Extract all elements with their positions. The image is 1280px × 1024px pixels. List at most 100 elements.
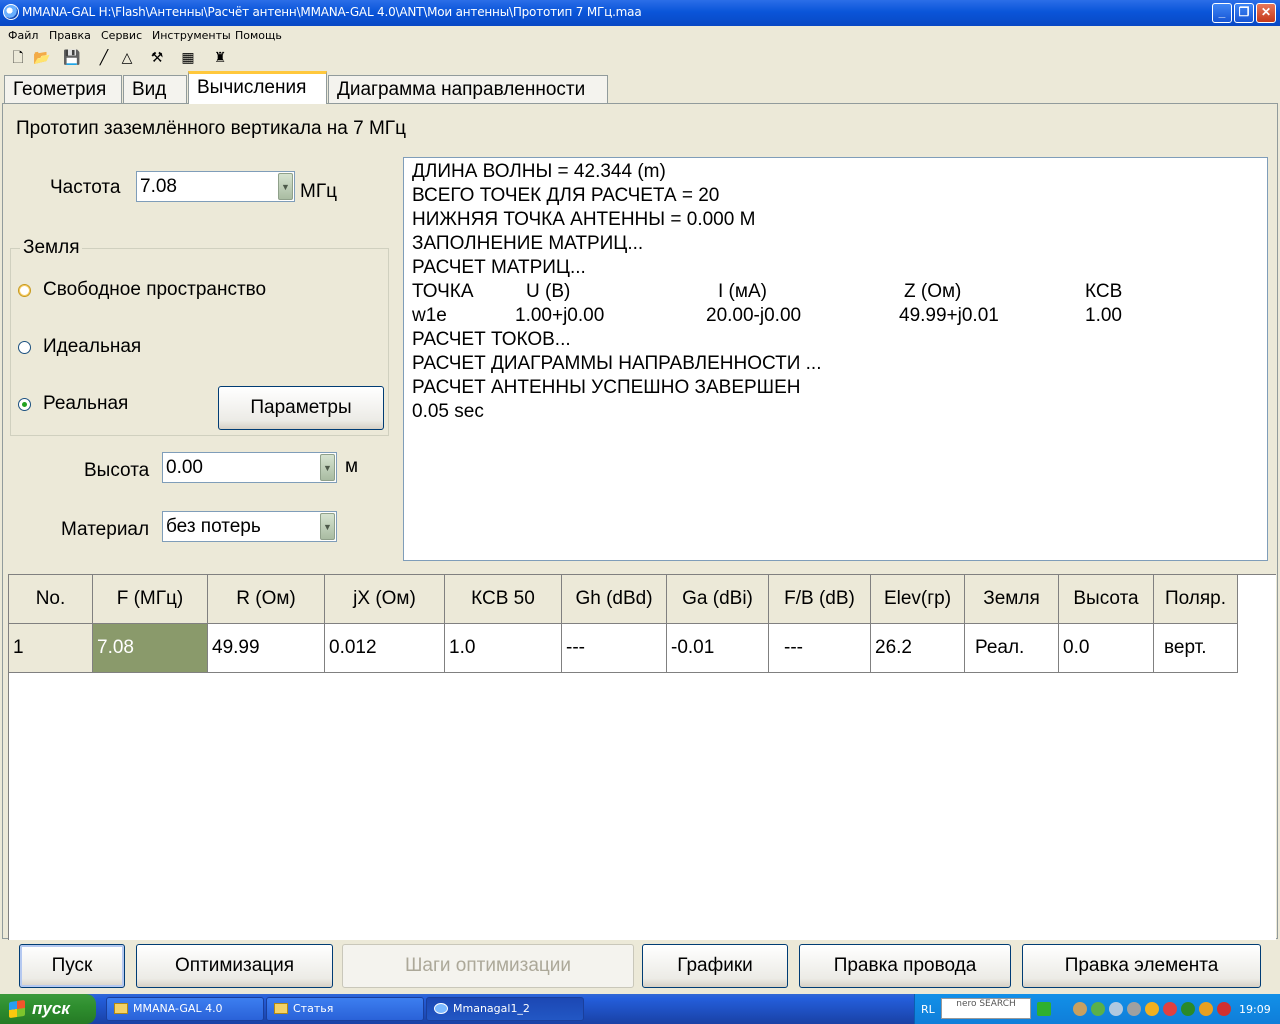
network-icon[interactable] [1091, 1002, 1105, 1016]
col-header-r[interactable]: R (Ом) [208, 575, 325, 624]
col-header-swr[interactable]: КСВ 50 [445, 575, 562, 624]
menu-service[interactable]: Сервис [101, 29, 142, 42]
optimize-button[interactable]: Оптимизация [136, 944, 333, 988]
col-header-jx[interactable]: jX (Ом) [325, 575, 445, 624]
nero-label: nero SEARCH [956, 999, 1016, 1009]
clock[interactable]: 19:09 [1239, 1003, 1271, 1016]
save-icon[interactable]: 💾 [62, 49, 82, 67]
open-folder-icon[interactable]: 📂 [32, 49, 52, 67]
cell-freq[interactable]: 7.08 [93, 624, 208, 673]
radio-free-space-label[interactable]: Свободное пространство [43, 279, 266, 301]
antenna-icon[interactable]: ♜ [210, 49, 230, 67]
log-swr-value: 1.00 [1085, 305, 1122, 326]
start-menu-button[interactable]: пуск [0, 994, 96, 1024]
toolbar: 🗋 📂 💾 ╱ △ ⚒ ▦ ♜ [0, 46, 1280, 70]
menu-edit[interactable]: Правка [49, 29, 91, 42]
col-header-fb[interactable]: F/B (dB) [769, 575, 871, 624]
app-icon[interactable] [3, 4, 19, 20]
chevron-down-icon[interactable]: ▼ [278, 173, 293, 200]
tab-pattern[interactable]: Диаграмма направленности [328, 75, 608, 103]
start-button[interactable]: Пуск [19, 944, 125, 988]
col-header-no[interactable]: No. [9, 575, 93, 624]
language-indicator[interactable]: RL [921, 1003, 935, 1016]
cell-r[interactable]: 49.99 [208, 624, 325, 673]
graphs-button[interactable]: Графики [642, 944, 788, 988]
col-header-height[interactable]: Высота [1059, 575, 1154, 624]
tab-calculations[interactable]: Вычисления [188, 71, 327, 104]
material-label: Материал [61, 519, 150, 540]
cell-jx[interactable]: 0.012 [325, 624, 445, 673]
folder-icon [274, 1003, 288, 1014]
cell-no[interactable]: 1 [9, 624, 93, 673]
log-col-point: ТОЧКА [412, 281, 474, 302]
windows-logo-icon [9, 999, 25, 1019]
height-value: 0.00 [166, 457, 203, 478]
cell-elev[interactable]: 26.2 [871, 624, 965, 673]
results-grid[interactable]: No. F (МГц) R (Ом) jX (Ом) КСВ 50 Gh (dB… [8, 574, 1276, 940]
frequency-value: 7.08 [140, 176, 177, 197]
height-label: Высота [84, 460, 150, 481]
menu-tools[interactable]: Инструменты [152, 29, 231, 42]
col-header-ground[interactable]: Земля [965, 575, 1059, 624]
radio-real[interactable] [18, 398, 31, 411]
go-arrow-icon[interactable] [1037, 1002, 1051, 1016]
antivirus-icon[interactable] [1163, 1002, 1177, 1016]
edit-wire-button[interactable]: Правка провода [799, 944, 1011, 988]
back-icon[interactable] [1073, 1002, 1087, 1016]
maximize-button[interactable]: ❐ [1234, 3, 1254, 23]
optimization-steps-button[interactable]: Шаги оптимизации [342, 944, 634, 988]
taskbar-item-mmanagal[interactable]: Mmanagal1_2 [426, 997, 584, 1021]
nero-search-box[interactable]: nero SEARCH [941, 998, 1031, 1019]
calculation-log[interactable]: ДЛИНА ВОЛНЫ = 42.344 (m) ВСЕГО ТОЧЕК ДЛЯ… [403, 157, 1268, 561]
security-icon[interactable] [1217, 1002, 1231, 1016]
cell-ga[interactable]: -0.01 [667, 624, 769, 673]
tab-view[interactable]: Вид [123, 75, 187, 103]
frequency-unit: МГц [300, 181, 337, 202]
col-header-freq[interactable]: F (МГц) [93, 575, 208, 624]
radio-perfect[interactable] [18, 341, 31, 354]
tab-geometry[interactable]: Геометрия [4, 75, 122, 103]
log-line: НИЖНЯЯ ТОЧКА АНТЕННЫ = 0.000 М [412, 209, 756, 230]
parameters-button[interactable]: Параметры [218, 386, 384, 430]
col-header-gh[interactable]: Gh (dBd) [562, 575, 667, 624]
chevron-down-icon[interactable]: ▼ [320, 454, 335, 481]
edit-element-button[interactable]: Правка элемента [1022, 944, 1261, 988]
cd-icon[interactable] [1109, 1002, 1123, 1016]
shield-icon[interactable] [1181, 1002, 1195, 1016]
height-combo[interactable]: 0.00 ▼ [162, 452, 337, 483]
cell-polarization[interactable]: верт. [1154, 624, 1238, 673]
messenger-icon[interactable] [1199, 1002, 1213, 1016]
taskbar-item-label: Статья [293, 1002, 334, 1015]
antenna-title: Прототип заземлённого вертикала на 7 МГц [16, 118, 406, 139]
start-label: пуск [32, 999, 70, 1018]
tools-icon[interactable]: ⚒ [147, 49, 167, 67]
col-header-polarization[interactable]: Поляр. [1154, 575, 1238, 624]
update-icon[interactable] [1145, 1002, 1159, 1016]
title-bar: MMANA-GAL H:\Flash\Антенны\Расчёт антенн… [0, 0, 1280, 26]
radio-real-label[interactable]: Реальная [43, 393, 128, 415]
taskbar-item-mmana[interactable]: MMANA-GAL 4.0 [106, 997, 264, 1021]
cell-swr[interactable]: 1.0 [445, 624, 562, 673]
taskbar-item-article[interactable]: Статья [266, 997, 424, 1021]
triangle-icon[interactable]: △ [117, 49, 137, 67]
log-line: РАСЧЕТ АНТЕННЫ УСПЕШНО ЗАВЕРШЕН [412, 377, 801, 398]
radio-perfect-label[interactable]: Идеальная [43, 336, 141, 358]
speaker-icon[interactable] [1127, 1002, 1141, 1016]
frequency-combo[interactable]: 7.08 ▼ [136, 171, 295, 202]
cell-height[interactable]: 0.0 [1059, 624, 1154, 673]
col-header-elev[interactable]: Elev(гр) [871, 575, 965, 624]
menu-file[interactable]: Файл [8, 29, 38, 42]
menu-help[interactable]: Помощь [235, 29, 282, 42]
calculator-icon[interactable]: ▦ [178, 49, 198, 67]
material-combo[interactable]: без потерь ▼ [162, 511, 337, 542]
new-file-icon[interactable]: 🗋 [8, 49, 28, 67]
minimize-button[interactable]: _ [1212, 3, 1232, 23]
close-button[interactable]: ✕ [1256, 3, 1276, 23]
chevron-down-icon[interactable]: ▼ [320, 513, 335, 540]
col-header-ga[interactable]: Ga (dBi) [667, 575, 769, 624]
cell-ground[interactable]: Реал. [965, 624, 1059, 673]
wire-icon[interactable]: ╱ [94, 49, 114, 67]
cell-gh[interactable]: --- [562, 624, 667, 673]
cell-fb[interactable]: --- [769, 624, 871, 673]
radio-free-space[interactable] [18, 284, 31, 297]
